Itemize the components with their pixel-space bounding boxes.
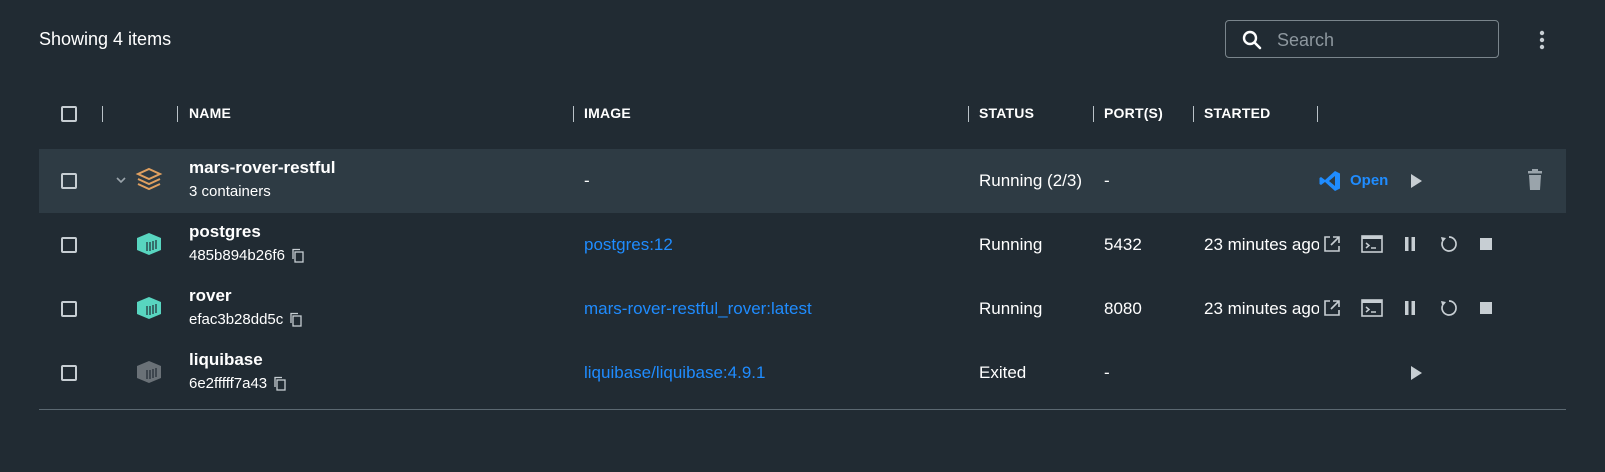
- table-row[interactable]: postgres 485b894b26f6 postgres:12 Runnin…: [39, 213, 1566, 277]
- container-icon: [137, 361, 161, 383]
- image-link[interactable]: postgres:12: [584, 235, 673, 255]
- search-icon: [1242, 30, 1262, 50]
- container-port[interactable]: 8080: [1104, 299, 1142, 319]
- container-icon: [137, 297, 161, 319]
- row-checkbox[interactable]: [61, 365, 77, 381]
- pause-icon[interactable]: [1403, 300, 1417, 316]
- container-id: efac3b28dd5c: [189, 311, 284, 328]
- select-all-checkbox[interactable]: [61, 106, 77, 122]
- copy-icon[interactable]: [273, 376, 287, 391]
- table-row[interactable]: rover efac3b28dd5c mars-rover-restful_ro…: [39, 277, 1566, 341]
- group-container-count: 3 containers: [189, 183, 271, 200]
- containers-page: Showing 4 items NAME IMAGE STATUS PORT(S…: [0, 0, 1605, 472]
- search-box[interactable]: [1225, 20, 1499, 58]
- play-icon[interactable]: [1407, 171, 1425, 191]
- terminal-icon[interactable]: [1361, 299, 1383, 317]
- group-name[interactable]: mars-rover-restful: [189, 158, 335, 178]
- group-status: Running (2/3): [979, 171, 1083, 190]
- table-row[interactable]: liquibase 6e2fffff7a43 liquibase/liquiba…: [39, 341, 1566, 405]
- column-header-started[interactable]: STARTED: [1204, 105, 1270, 121]
- play-icon[interactable]: [1407, 363, 1425, 383]
- container-status: Exited: [979, 363, 1027, 382]
- external-link-icon[interactable]: [1322, 298, 1342, 318]
- restart-icon[interactable]: [1439, 234, 1459, 254]
- column-separator: [1093, 106, 1094, 122]
- container-status: Running: [979, 299, 1043, 318]
- stop-icon[interactable]: [1479, 301, 1493, 315]
- copy-icon[interactable]: [291, 248, 305, 263]
- image-link[interactable]: liquibase/liquibase:4.9.1: [584, 363, 765, 383]
- items-count: Showing 4 items: [39, 29, 172, 49]
- column-separator: [1193, 106, 1194, 122]
- column-header-ports[interactable]: PORT(S): [1104, 105, 1163, 121]
- terminal-icon[interactable]: [1361, 235, 1383, 253]
- container-started: 23 minutes ago: [1204, 235, 1319, 254]
- column-header-status[interactable]: STATUS: [979, 105, 1034, 121]
- container-count-label: 3 containers: [189, 183, 271, 200]
- container-name[interactable]: rover: [189, 286, 232, 306]
- row-checkbox[interactable]: [61, 237, 77, 253]
- pause-icon[interactable]: [1403, 236, 1417, 252]
- toolbar: Showing 4 items: [0, 0, 1605, 80]
- vscode-icon[interactable]: [1318, 169, 1342, 193]
- row-checkbox[interactable]: [61, 173, 77, 189]
- column-separator: [177, 106, 178, 122]
- external-link-icon[interactable]: [1322, 234, 1342, 254]
- container-id-wrap: 6e2fffff7a43: [189, 375, 287, 392]
- column-header-name[interactable]: NAME: [189, 105, 231, 121]
- column-header-image[interactable]: IMAGE: [584, 105, 631, 121]
- stop-icon[interactable]: [1479, 237, 1493, 251]
- copy-icon[interactable]: [289, 312, 303, 327]
- table-header: NAME IMAGE STATUS PORT(S) STARTED: [39, 95, 1566, 135]
- compose-stack-icon: [135, 167, 163, 191]
- open-in-vscode-button[interactable]: Open: [1350, 172, 1388, 189]
- search-input[interactable]: [1277, 29, 1487, 51]
- kebab-menu-icon[interactable]: [1532, 28, 1552, 52]
- group-port: -: [1104, 171, 1110, 190]
- column-separator: [1317, 106, 1318, 122]
- container-port[interactable]: 5432: [1104, 235, 1142, 255]
- column-separator: [573, 106, 574, 122]
- column-separator: [968, 106, 969, 122]
- container-id: 485b894b26f6: [189, 247, 285, 264]
- restart-icon[interactable]: [1439, 298, 1459, 318]
- row-checkbox[interactable]: [61, 301, 77, 317]
- table-divider: [39, 409, 1566, 410]
- group-image: -: [584, 171, 590, 190]
- trash-icon[interactable]: [1525, 169, 1545, 191]
- chevron-down-icon[interactable]: [115, 175, 127, 185]
- container-started: 23 minutes ago: [1204, 299, 1319, 318]
- table-row-compose-group[interactable]: mars-rover-restful 3 containers - Runnin…: [39, 149, 1566, 213]
- container-name[interactable]: postgres: [189, 222, 261, 242]
- container-id: 6e2fffff7a43: [189, 375, 268, 392]
- container-id-wrap: 485b894b26f6: [189, 247, 305, 264]
- container-port: -: [1104, 363, 1110, 382]
- column-separator: [102, 106, 103, 122]
- container-id-wrap: efac3b28dd5c: [189, 311, 303, 328]
- container-status: Running: [979, 235, 1043, 254]
- image-link[interactable]: mars-rover-restful_rover:latest: [584, 299, 812, 319]
- container-icon: [137, 233, 161, 255]
- container-name[interactable]: liquibase: [189, 350, 263, 370]
